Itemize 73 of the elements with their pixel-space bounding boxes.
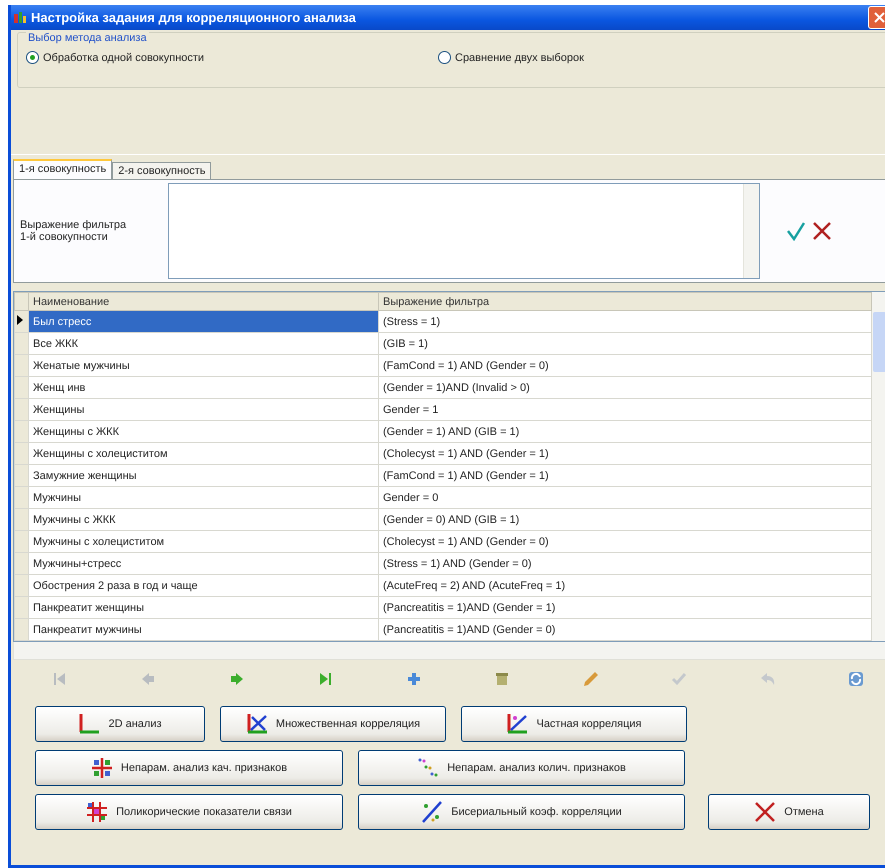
group-title: Выбор метода анализа xyxy=(26,32,149,44)
table-cell[interactable]: Женщ инв xyxy=(28,376,378,398)
close-button[interactable] xyxy=(868,6,885,29)
contingency-table-icon xyxy=(90,757,113,779)
table-cell[interactable]: (Cholecyst = 1) AND (Gender = 1) xyxy=(378,442,872,464)
undo-arrow-icon xyxy=(760,671,776,687)
table-cell[interactable]: (AcuteFreq = 2) AND (AcuteFreq = 1) xyxy=(378,574,872,596)
horizontal-scrollbar[interactable] xyxy=(13,642,885,660)
first-record-icon xyxy=(52,671,68,687)
grid-table-icon xyxy=(86,801,108,823)
close-icon xyxy=(754,801,776,823)
previous-record-icon xyxy=(140,671,156,687)
table-cell[interactable]: (Gender = 1) AND (GIB = 1) xyxy=(378,420,872,442)
table-cell[interactable]: (Cholecyst = 1) AND (Gender = 0) xyxy=(378,530,872,552)
table-cell[interactable]: Мужчины+стресс xyxy=(28,552,378,574)
app-icon xyxy=(13,10,27,24)
table-cell[interactable]: (FamCond = 1) AND (Gender = 0) xyxy=(378,354,872,376)
plus-icon xyxy=(406,671,422,687)
radio-option[interactable]: Сравнение двух выборок xyxy=(438,51,877,64)
table-cell[interactable]: (Stress = 1) AND (Gender = 0) xyxy=(378,552,872,574)
trash-icon xyxy=(494,671,510,687)
table-cell[interactable]: Женщины с ЖКК xyxy=(28,420,378,442)
action-button[interactable]: Непарам. анализ кач. признаков xyxy=(35,750,343,786)
check-icon[interactable] xyxy=(786,221,806,241)
last-record-icon xyxy=(317,671,334,687)
table-cell[interactable]: Мужчины с холециститом xyxy=(28,530,378,552)
table-cell[interactable]: (Stress = 1) xyxy=(378,310,872,332)
close-icon xyxy=(874,12,885,23)
table-cell[interactable]: (GIB = 1) xyxy=(378,332,872,354)
action-button[interactable]: Бисериальный коэф. корреляции xyxy=(358,794,685,830)
check-icon xyxy=(671,671,688,687)
table-cell[interactable]: Обострения 2 раза в год и чаще xyxy=(28,574,378,596)
table-cell[interactable]: Женщины xyxy=(28,398,378,420)
table-cell[interactable]: (Pancreatitis = 1)AND (Gender = 1) xyxy=(378,596,872,618)
table-cell[interactable]: (Pancreatitis = 1)AND (Gender = 0) xyxy=(378,618,872,640)
trend-line-icon xyxy=(421,801,444,823)
table-cell[interactable]: (Gender = 1)AND (Invalid > 0) xyxy=(378,376,872,398)
filter-label: Выражение фильтра 1-й совокупности xyxy=(20,219,128,243)
table-cell[interactable]: Женатые мужчины xyxy=(28,354,378,376)
table-cell[interactable]: Все ЖКК xyxy=(28,332,378,354)
table-cell[interactable]: Gender = 1 xyxy=(378,398,872,420)
action-button[interactable]: Частная корреляция xyxy=(461,706,687,742)
correlation-chart-icon xyxy=(246,713,268,735)
scrollbar-thumb[interactable] xyxy=(873,312,885,372)
radio-option[interactable]: Обработка одной совокупности xyxy=(26,51,438,64)
window-title: Настройка задания для корреляционного анализа xyxy=(31,10,357,25)
next-record-icon xyxy=(228,671,245,687)
table-cell[interactable]: Панкреатит мужчины xyxy=(28,618,378,640)
table-cell[interactable]: (FamCond = 1) AND (Gender = 1) xyxy=(378,464,872,486)
table-cell[interactable]: Мужчины с ЖКК xyxy=(28,508,378,530)
table-cell[interactable]: Gender = 0 xyxy=(378,486,872,508)
pencil-icon xyxy=(582,671,599,687)
scatter-dots-icon xyxy=(417,757,440,779)
column-header[interactable]: Выражение фильтра xyxy=(378,292,872,310)
table-cell[interactable]: (Gender = 0) AND (GIB = 1) xyxy=(378,508,872,530)
action-button[interactable]: Поликорические показатели связи xyxy=(35,794,343,830)
table-cell[interactable]: Был стресс xyxy=(28,310,378,332)
table-cell[interactable]: Панкреатит женщины xyxy=(28,596,378,618)
column-header[interactable]: Наименование xyxy=(28,292,378,310)
filter-input[interactable] xyxy=(168,183,760,279)
correlation-chart-icon xyxy=(506,713,528,735)
action-button[interactable]: Отмена xyxy=(708,794,870,830)
table-cell[interactable]: Замужние женщины xyxy=(28,464,378,486)
action-button[interactable]: Множественная корреляция xyxy=(220,706,446,742)
close-icon[interactable] xyxy=(812,221,832,241)
axes-icon xyxy=(78,713,100,735)
refresh-icon xyxy=(848,671,864,687)
action-button[interactable]: Непарам. анализ колич. признаков xyxy=(358,750,685,786)
table-cell[interactable]: Мужчины xyxy=(28,486,378,508)
table-cell[interactable]: Женщины с холециститом xyxy=(28,442,378,464)
tab[interactable]: 1-я совокупность xyxy=(13,159,112,179)
tab[interactable]: 2-я совокупность xyxy=(112,162,212,179)
action-button[interactable]: 2D анализ xyxy=(35,706,205,742)
